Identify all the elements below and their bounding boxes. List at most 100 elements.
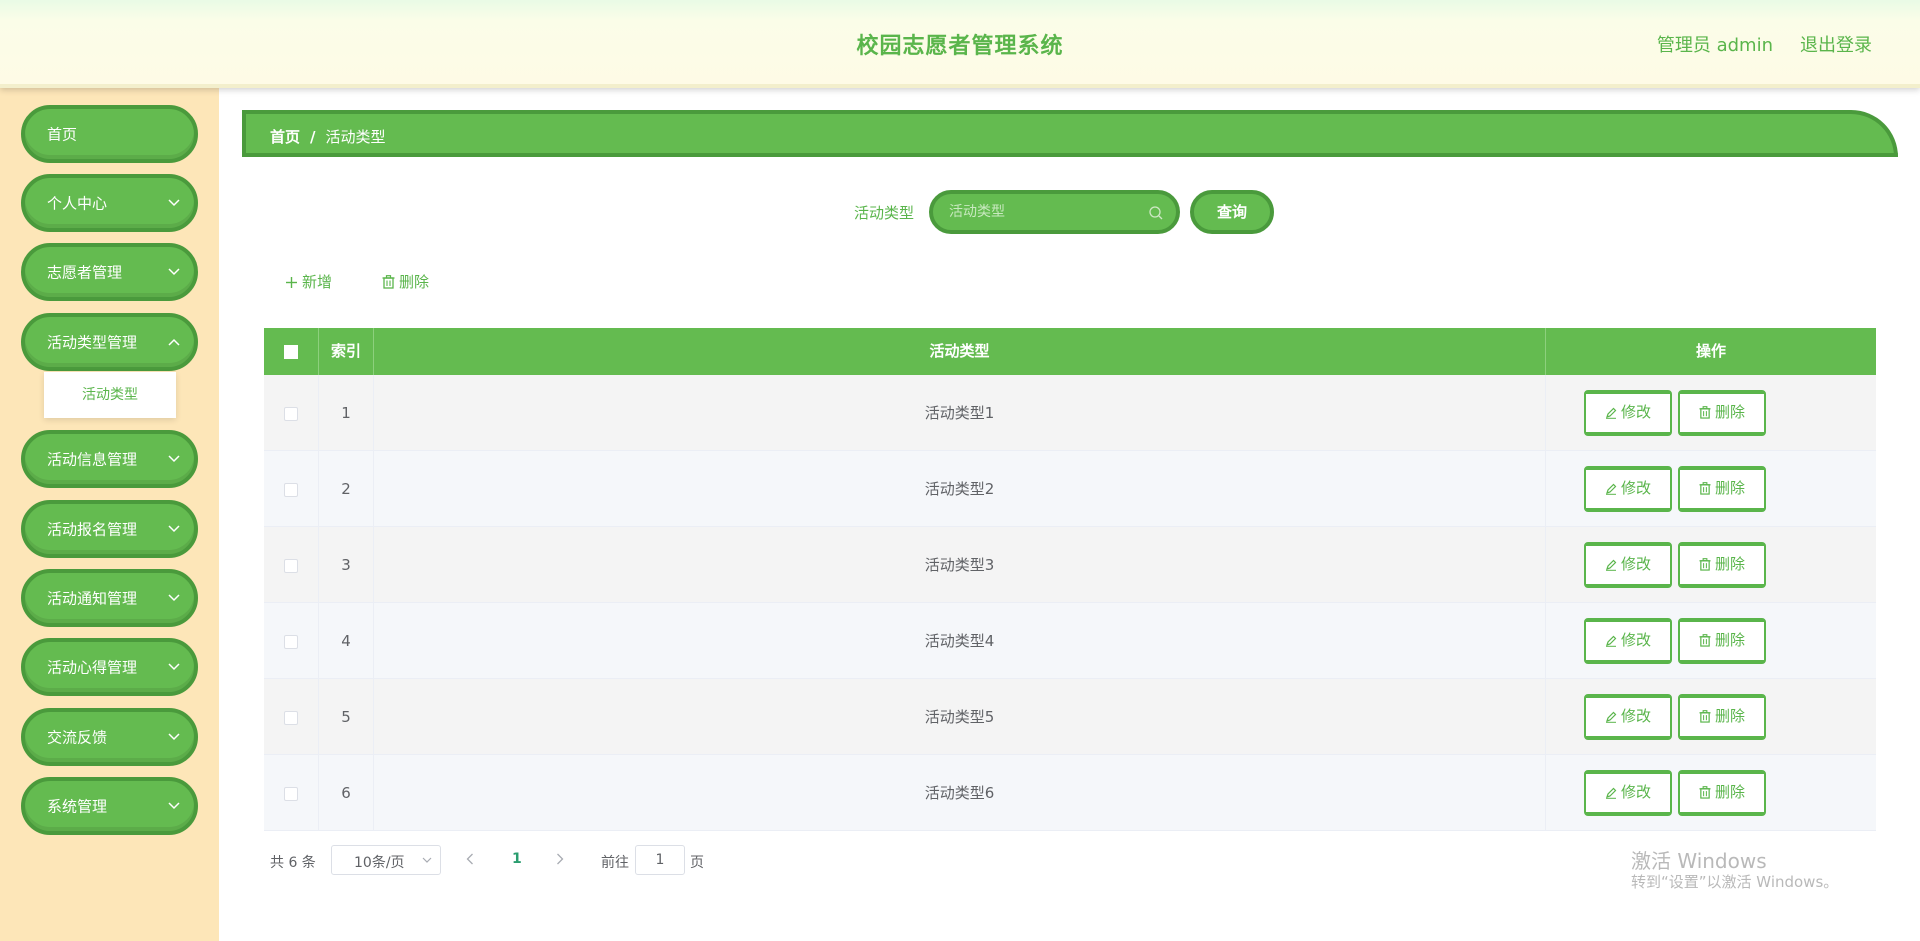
trash-icon (382, 275, 395, 289)
prev-page-icon[interactable] (466, 853, 474, 865)
edit-icon (1605, 559, 1617, 571)
row-activity-type: 活动类型4 (374, 603, 1546, 679)
edit-button[interactable]: 修改 (1584, 770, 1672, 816)
chevron-up-icon (168, 338, 180, 346)
row-operations: 修改 删除 (1546, 375, 1876, 451)
activity-type-table: 索引 活动类型 操作 1 活动类型1 修改 删除 2 活动类型2 修改 删除 3… (264, 328, 1876, 831)
edit-icon (1605, 711, 1617, 723)
trash-icon (1699, 710, 1711, 723)
page-number-active[interactable]: 1 (512, 851, 522, 867)
trash-icon (1699, 406, 1711, 419)
total-count: 共 6 条 (270, 855, 316, 871)
delete-button[interactable]: 删除 (1678, 770, 1766, 816)
header-activity-type: 活动类型 (374, 328, 1546, 375)
add-button[interactable]: 新增 (285, 271, 332, 292)
row-activity-type: 活动类型5 (374, 679, 1546, 755)
edit-button[interactable]: 修改 (1584, 542, 1672, 588)
app-title: 校园志愿者管理系统 (856, 34, 1064, 59)
edit-icon (1605, 787, 1617, 799)
search-input[interactable] (949, 202, 1139, 222)
edit-label: 修改 (1620, 783, 1651, 801)
edit-button[interactable]: 修改 (1584, 390, 1672, 436)
watermark-subtitle: 转到“设置”以激活 Windows。 (1631, 873, 1839, 891)
row-index: 2 (319, 451, 374, 527)
edit-button[interactable]: 修改 (1584, 618, 1672, 664)
select-all-checkbox[interactable] (284, 344, 298, 359)
logout-link[interactable]: 退出登录 (1800, 31, 1872, 57)
breadcrumb-home[interactable]: 首页 (270, 128, 300, 146)
sidebar-item-activity-notice-management[interactable]: 活动通知管理 (21, 569, 198, 627)
row-checkbox[interactable] (284, 634, 298, 649)
goto-label: 前往 (601, 855, 629, 871)
page-size-select[interactable]: 10条/页 (331, 845, 441, 875)
sidebar-item-label: 首页 (47, 125, 78, 144)
delete-label: 删除 (1714, 707, 1745, 725)
next-page-icon[interactable] (556, 853, 564, 865)
query-button[interactable]: 查询 (1190, 190, 1274, 234)
row-operations: 修改 删除 (1546, 603, 1876, 679)
goto-page-input[interactable] (635, 845, 685, 875)
sidebar-item-activity-info-management[interactable]: 活动信息管理 (21, 430, 198, 488)
delete-button[interactable]: 删除 (1678, 618, 1766, 664)
row-index: 1 (319, 375, 374, 451)
edit-button[interactable]: 修改 (1584, 466, 1672, 512)
top-header: 校园志愿者管理系统 管理员 admin 退出登录 (0, 0, 1920, 88)
sidebar-item-activity-signup-management[interactable]: 活动报名管理 (21, 500, 198, 558)
table-row: 2 活动类型2 修改 删除 (264, 451, 1876, 527)
sidebar-item-home[interactable]: 首页 (21, 105, 198, 163)
sidebar-item-label: 活动类型管理 (47, 333, 138, 352)
row-checkbox[interactable] (284, 786, 298, 801)
sidebar-item-feedback[interactable]: 交流反馈 (21, 708, 198, 766)
row-checkbox[interactable] (284, 558, 298, 573)
sidebar-subitem-activity-type[interactable]: 活动类型 (44, 372, 176, 418)
breadcrumb: 首页 / 活动类型 (242, 110, 1898, 157)
row-checkbox-cell (264, 679, 319, 755)
chevron-down-icon (168, 199, 180, 207)
delete-button[interactable]: 删除 (1678, 390, 1766, 436)
edit-label: 修改 (1620, 707, 1651, 725)
chevron-down-icon (422, 857, 432, 863)
row-operations: 修改 删除 (1546, 755, 1876, 831)
edit-icon (1605, 407, 1617, 419)
row-checkbox[interactable] (284, 482, 298, 497)
sidebar-item-label: 活动报名管理 (47, 520, 138, 539)
trash-icon (1699, 786, 1711, 799)
sidebar-item-personal-center[interactable]: 个人中心 (21, 174, 198, 232)
delete-label: 删除 (1714, 479, 1745, 497)
row-checkbox-cell (264, 755, 319, 831)
sidebar-item-label: 系统管理 (47, 797, 108, 816)
delete-button[interactable]: 删除 (1678, 466, 1766, 512)
sidebar-item-system-management[interactable]: 系统管理 (21, 777, 198, 835)
sidebar-item-activity-type-management[interactable]: 活动类型管理 (21, 313, 198, 371)
delete-label: 删除 (399, 273, 430, 291)
row-checkbox-cell (264, 527, 319, 603)
table-header: 索引 活动类型 操作 (264, 328, 1876, 375)
row-checkbox[interactable] (284, 710, 298, 725)
delete-label: 删除 (1714, 631, 1745, 649)
row-activity-type: 活动类型3 (374, 527, 1546, 603)
row-activity-type: 活动类型1 (374, 375, 1546, 451)
page-unit: 页 (690, 855, 704, 871)
delete-label: 删除 (1714, 555, 1745, 573)
row-index: 4 (319, 603, 374, 679)
trash-icon (1699, 558, 1711, 571)
chevron-down-icon (168, 594, 180, 602)
search-field (929, 190, 1180, 234)
edit-button[interactable]: 修改 (1584, 694, 1672, 740)
row-checkbox[interactable] (284, 406, 298, 421)
edit-icon (1605, 483, 1617, 495)
plus-icon (286, 277, 297, 288)
trash-icon (1699, 482, 1711, 495)
edit-label: 修改 (1620, 555, 1651, 573)
page-size-value: 10条/页 (354, 855, 405, 871)
trash-icon (1699, 634, 1711, 647)
watermark-title: 激活 Windows (1631, 849, 1767, 873)
delete-button[interactable]: 删除 (1678, 542, 1766, 588)
sidebar-item-volunteer-management[interactable]: 志愿者管理 (21, 243, 198, 301)
sidebar-item-label: 活动信息管理 (47, 450, 138, 469)
bulk-delete-button[interactable]: 删除 (382, 271, 429, 292)
sidebar-item-activity-reflection-management[interactable]: 活动心得管理 (21, 638, 198, 696)
chevron-down-icon (168, 802, 180, 810)
add-label: 新增 (302, 273, 333, 291)
delete-button[interactable]: 删除 (1678, 694, 1766, 740)
